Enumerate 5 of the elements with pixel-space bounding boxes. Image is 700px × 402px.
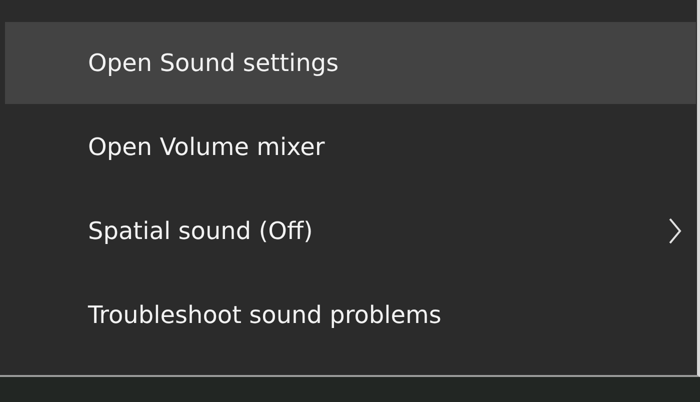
menu-item[interactable]: Open Sound settings <box>5 22 696 104</box>
menu-item[interactable]: Troubleshoot sound problems <box>5 274 696 356</box>
chevron-right-icon <box>668 217 682 245</box>
menu-item[interactable]: Open Volume mixer <box>5 106 696 188</box>
menu-item[interactable]: Spatial sound (Off) <box>5 190 696 272</box>
